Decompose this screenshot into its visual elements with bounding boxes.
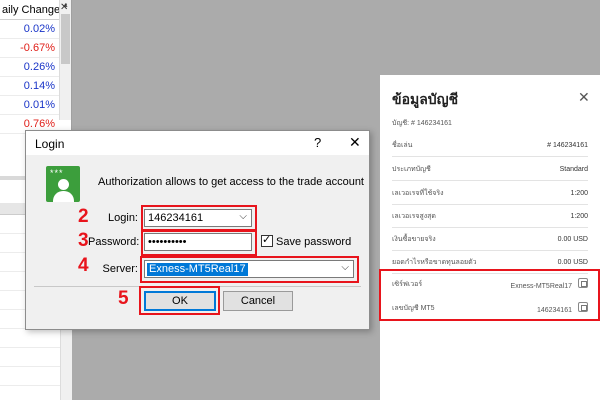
login-dialog: Login ? ✕ *** Authorization allows to ge… [25, 130, 370, 330]
highlight-box [141, 205, 257, 232]
info-row: เงินซื้อขายจริง 0.00 USD [392, 229, 588, 251]
panel-title: ข้อมูลบัญชี [392, 91, 459, 107]
info-row: เลเวอเรจที่ใช้จริง 1:200 [392, 183, 588, 205]
step-label-5: 5 [118, 288, 129, 309]
highlight-box [140, 256, 359, 283]
dialog-title: Login [35, 137, 65, 151]
step-label-4: 4 [78, 255, 89, 276]
close-icon[interactable]: ✕ [578, 89, 590, 106]
scroll-thumb[interactable] [61, 14, 70, 64]
password-label: Password: [88, 236, 140, 248]
help-icon[interactable]: ? [314, 135, 321, 150]
highlight-box [379, 269, 600, 321]
save-password-checkbox[interactable] [261, 233, 273, 247]
account-id: บัญชี: # 146234161 [392, 120, 452, 127]
close-icon[interactable]: ✕ [349, 134, 361, 151]
save-password-label[interactable]: Save password [276, 236, 351, 248]
highlight-box [139, 286, 220, 315]
market-watch-scrollbar[interactable]: ▲ [59, 0, 71, 120]
info-row: ชื่อเล่น # 146234161 [392, 135, 588, 157]
authorization-message: Authorization allows to get access to th… [98, 176, 364, 188]
account-icon: *** [46, 166, 80, 202]
step-label-3: 3 [78, 230, 89, 251]
step-label-2: 2 [78, 206, 89, 227]
highlight-box [141, 229, 257, 256]
info-row: ประเภทบัญชี Standard [392, 159, 588, 181]
login-label: Login: [108, 212, 138, 224]
account-info-panel: ข้อมูลบัญชี ✕ บัญชี: # 146234161 ชื่อเล่… [380, 75, 600, 400]
info-row: เลเวอเรจสูงสุด 1:200 [392, 206, 588, 228]
dialog-titlebar[interactable]: Login ? ✕ [26, 131, 369, 155]
close-icon[interactable]: ✕ [60, 2, 68, 13]
cancel-button[interactable]: Cancel [223, 291, 293, 311]
server-label: Server: [102, 263, 138, 275]
